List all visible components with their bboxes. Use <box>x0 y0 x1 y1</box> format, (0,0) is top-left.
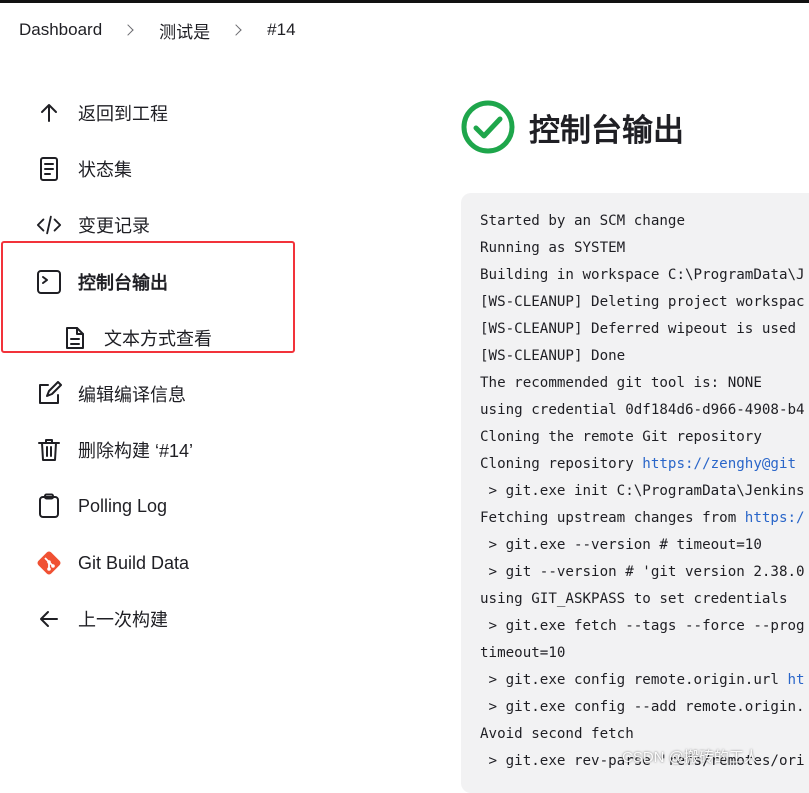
arrow-left-icon <box>36 606 62 632</box>
origin-url-link[interactable]: ht <box>788 672 805 688</box>
console-line: > git --version # 'git version 2.38.0 <box>480 564 805 580</box>
sidebar-item-label: 编辑编译信息 <box>78 385 186 405</box>
console-line: Cloning repository <box>480 456 643 472</box>
console-line: The recommended git tool is: NONE <box>480 375 762 391</box>
sidebar-item-label: Git Build Data <box>78 552 190 573</box>
page-header: 控制台输出 <box>461 100 684 154</box>
sidebar-item-git-build-data[interactable]: Git Build Data <box>36 543 286 583</box>
sidebar-item-previous-build[interactable]: 上一次构建 <box>36 599 286 639</box>
success-check-icon <box>461 100 515 154</box>
console-line: > git.exe fetch --tags --force --prog <box>480 618 805 634</box>
console-line: > git.exe config --add remote.origin. <box>480 699 805 715</box>
sidebar-item-label: 控制台输出 <box>78 273 168 293</box>
sidebar-item-console-output[interactable]: 控制台输出 <box>36 262 286 302</box>
console-line: > git.exe --version # timeout=10 <box>480 537 762 553</box>
sidebar-item-label: Polling Log <box>78 495 168 516</box>
console-line: Cloning the remote Git repository <box>480 429 762 445</box>
trash-icon <box>36 437 62 463</box>
sidebar-item-label: 状态集 <box>78 160 132 180</box>
sidebar-item-edit-build-info[interactable]: 编辑编译信息 <box>36 374 286 414</box>
code-icon <box>36 212 62 238</box>
console-line: > git.exe rev-parse 'refs/remotes/ori <box>480 753 805 769</box>
console-output: Started by an SCM change Running as SYST… <box>461 193 809 793</box>
console-line: using credential 0df184d6-d966-4908-b4 <box>480 402 805 418</box>
console-line: Started by an SCM change <box>480 213 685 229</box>
sidebar-item-changes[interactable]: 变更记录 <box>36 205 286 245</box>
sidebar-item-label: 返回到工程 <box>78 104 168 124</box>
console-line: Running as SYSTEM <box>480 240 626 256</box>
sidebar-item-status[interactable]: 状态集 <box>36 149 286 189</box>
console-line: [WS-CLEANUP] Deleting project workspac <box>480 294 805 310</box>
fetch-link[interactable]: https:/ <box>745 510 805 526</box>
console-line: > git.exe config remote.origin.url <box>480 672 788 688</box>
console-line: > git.exe init C:\ProgramData\Jenkins <box>480 483 805 499</box>
console-line: Building in workspace C:\ProgramData\J <box>480 267 805 283</box>
top-border <box>0 0 809 3</box>
clipboard-icon <box>36 493 62 519</box>
console-text: Started by an SCM change Running as SYST… <box>461 193 809 775</box>
breadcrumb-dashboard[interactable]: Dashboard <box>19 20 102 40</box>
console-line: timeout=10 <box>480 645 566 661</box>
git-icon <box>36 550 62 576</box>
chevron-right-icon <box>230 24 242 36</box>
sidebar-item-polling-log[interactable]: Polling Log <box>36 486 286 526</box>
sidebar-item-view-as-text[interactable]: 文本方式查看 <box>62 318 312 358</box>
chevron-right-icon <box>122 24 134 36</box>
page-title: 控制台输出 <box>529 112 684 148</box>
breadcrumb: Dashboard 测试是 #14 <box>19 18 296 42</box>
sidebar-item-delete-build[interactable]: 删除构建 ‘#14’ <box>36 430 286 470</box>
console-line: using GIT_ASKPASS to set credentials <box>480 591 788 607</box>
sidebar-item-label: 变更记录 <box>78 216 150 236</box>
file-icon <box>62 325 88 351</box>
terminal-icon <box>36 269 62 295</box>
breadcrumb-build[interactable]: #14 <box>267 20 295 40</box>
document-icon <box>36 156 62 182</box>
repository-link[interactable]: https://zenghy@git <box>642 456 796 472</box>
sidebar-item-label: 文本方式查看 <box>104 329 212 349</box>
console-line: [WS-CLEANUP] Done <box>480 348 626 364</box>
console-line: Avoid second fetch <box>480 726 634 742</box>
sidebar-item-back-to-project[interactable]: 返回到工程 <box>36 93 286 133</box>
console-line: [WS-CLEANUP] Deferred wipeout is used <box>480 321 797 337</box>
sidebar-item-label: 上一次构建 <box>78 610 168 630</box>
console-line: Fetching upstream changes from <box>480 510 745 526</box>
breadcrumb-project[interactable]: 测试是 <box>159 18 210 43</box>
edit-icon <box>36 381 62 407</box>
sidebar-item-label: 删除构建 ‘#14’ <box>78 441 194 461</box>
arrow-up-icon <box>36 100 62 126</box>
